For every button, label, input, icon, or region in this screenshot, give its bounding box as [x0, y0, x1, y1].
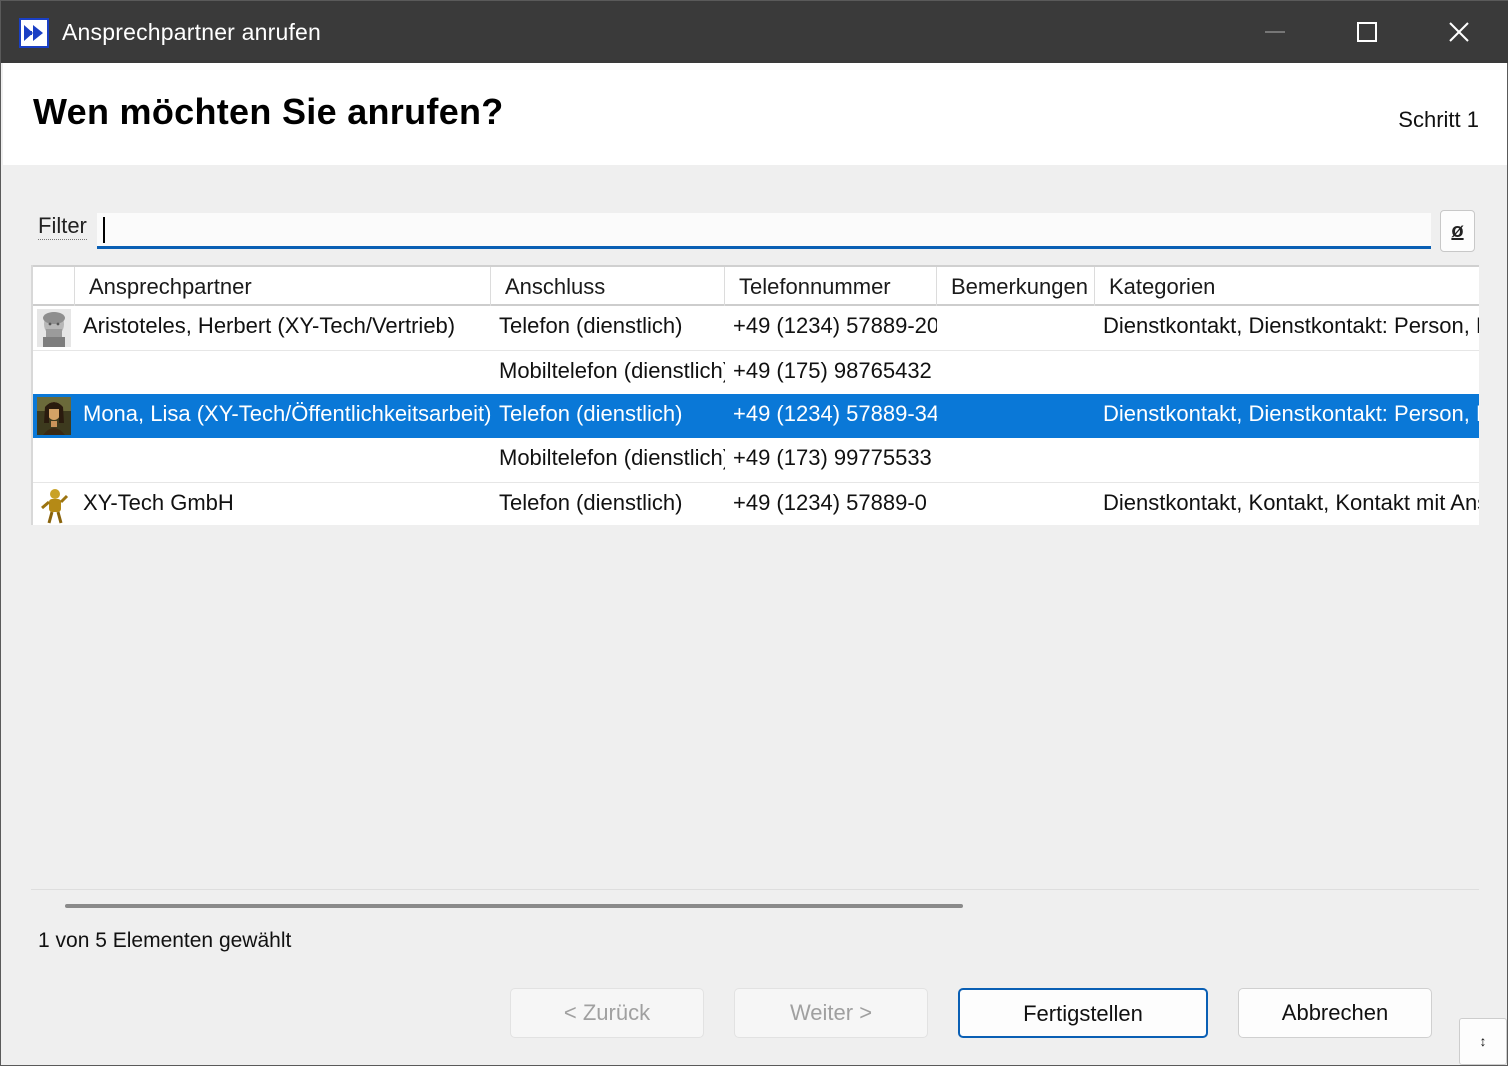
remarks — [945, 306, 1095, 350]
title-bar[interactable]: Ansprechpartner anrufen — [1, 1, 1508, 63]
connection-type: Telefon (dienstlich) — [499, 313, 683, 338]
resize-grip-icon[interactable]: ↕ — [1459, 1018, 1507, 1065]
filter-input[interactable] — [97, 213, 1431, 249]
table-row[interactable]: Mobiltelefon (dienstlich) +49 (175) 9876… — [33, 350, 1479, 394]
back-button[interactable]: < Zurück — [510, 988, 704, 1038]
contact-name: XY-Tech GmbH — [83, 490, 234, 515]
phone-number: +49 (1234) 57889-34 — [733, 401, 937, 426]
column-header-categories[interactable]: Kategorien — [1095, 267, 1479, 306]
step-indicator: Schritt 1 — [1398, 107, 1479, 132]
remarks — [945, 394, 1095, 438]
grid-header: Ansprechpartner Anschluss Telefonnummer … — [33, 265, 1479, 306]
phone-number: +49 (173) 99775533 — [733, 445, 932, 470]
next-button[interactable]: Weiter > — [734, 988, 928, 1038]
connection-type: Telefon (dienstlich) — [499, 490, 683, 515]
column-header-connection[interactable]: Anschluss — [491, 267, 725, 306]
phone-number: +49 (1234) 57889-20 — [733, 313, 937, 338]
remarks — [945, 483, 1095, 525]
dialog-window: Ansprechpartner anrufen Wen möchten Sie … — [0, 0, 1508, 1066]
cancel-button[interactable]: Abbrechen — [1238, 988, 1432, 1038]
connection-type: Mobiltelefon (dienstlich) — [499, 445, 725, 470]
column-header-phone[interactable]: Telefonnummer — [725, 267, 937, 306]
bust-statue-icon — [37, 309, 71, 347]
table-row[interactable]: Mobiltelefon (dienstlich) +49 (173) 9977… — [33, 438, 1479, 482]
divider — [31, 889, 1479, 890]
column-header-remarks[interactable]: Bemerkungen — [937, 267, 1095, 306]
maximize-button[interactable] — [1321, 1, 1413, 63]
minimize-icon — [1265, 31, 1285, 33]
table-row[interactable]: XY-Tech GmbH Telefon (dienstlich) +49 (1… — [33, 482, 1479, 525]
categories: Dienstkontakt, Dienstkontakt: Person, K — [1103, 401, 1479, 426]
categories: Dienstkontakt, Dienstkontakt: Person, K — [1103, 313, 1479, 338]
wizard-header: Wen möchten Sie anrufen? Schritt 1 — [3, 63, 1507, 165]
column-header-contact[interactable]: Ansprechpartner — [75, 267, 491, 306]
mona-lisa-portrait-icon — [37, 397, 71, 435]
contact-name — [83, 351, 493, 395]
window-title: Ansprechpartner anrufen — [62, 19, 322, 45]
phone-number: +49 (175) 98765432 — [733, 358, 932, 383]
categories — [1103, 351, 1479, 395]
contact-name: Mona, Lisa (XY-Tech/Öffentlichkeitsarbei… — [83, 401, 492, 426]
table-row[interactable]: Aristoteles, Herbert (XY-Tech/Vertrieb) … — [33, 306, 1479, 350]
header-icon-column[interactable] — [33, 267, 75, 306]
maximize-icon — [1357, 22, 1377, 42]
golden-figure-icon — [37, 486, 71, 524]
selection-status: 1 von 5 Elementen gewählt — [38, 929, 292, 952]
clear-filter-button[interactable]: ø — [1440, 210, 1475, 252]
horizontal-scrollbar[interactable] — [65, 904, 963, 908]
finish-button[interactable]: Fertigstellen — [958, 988, 1208, 1038]
table-row-selected[interactable]: Mona, Lisa (XY-Tech/Öffentlichkeitsarbei… — [33, 394, 1479, 438]
categories — [1103, 438, 1479, 482]
minimize-button[interactable] — [1229, 1, 1321, 63]
categories: Dienstkontakt, Kontakt, Kontakt mit Ans — [1103, 490, 1479, 515]
filter-label: Filter — [38, 213, 87, 240]
close-button[interactable] — [1413, 1, 1505, 63]
connection-type: Mobiltelefon (dienstlich) — [499, 358, 725, 383]
close-icon — [1449, 22, 1469, 42]
phone-number: +49 (1234) 57889-0 — [733, 490, 927, 515]
text-caret — [103, 217, 105, 243]
app-forward-icon — [19, 18, 49, 48]
contacts-grid[interactable]: Ansprechpartner Anschluss Telefonnummer … — [31, 265, 1479, 525]
remarks — [945, 438, 1095, 482]
connection-type: Telefon (dienstlich) — [499, 401, 683, 426]
contact-name — [83, 438, 493, 482]
page-title: Wen möchten Sie anrufen? — [33, 91, 504, 132]
remarks — [945, 351, 1095, 395]
contact-name: Aristoteles, Herbert (XY-Tech/Vertrieb) — [83, 313, 456, 338]
